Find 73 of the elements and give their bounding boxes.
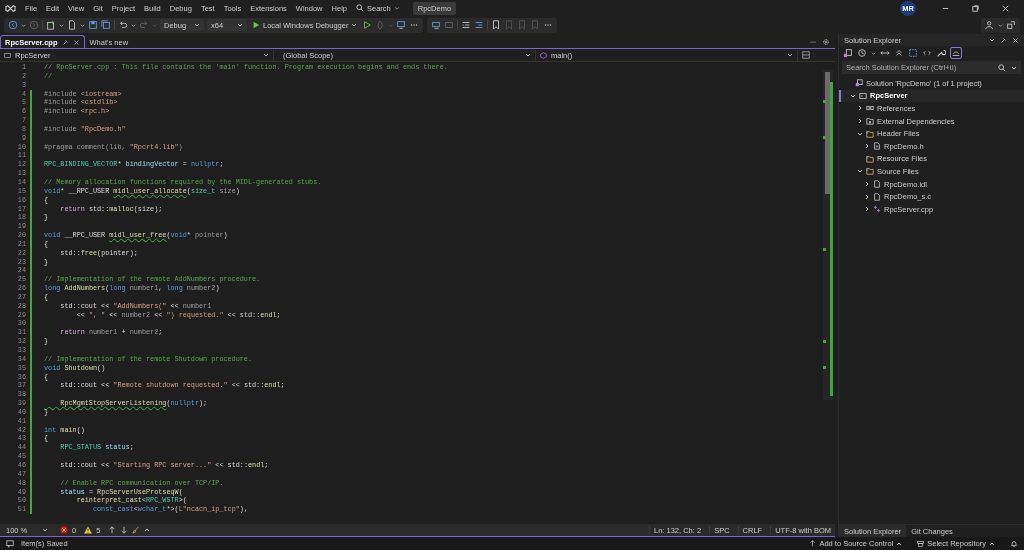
arrow-down-icon[interactable] — [120, 526, 129, 534]
chevron-icon[interactable] — [857, 130, 863, 137]
chevron-up-icon[interactable] — [144, 527, 151, 533]
warning-icon[interactable] — [84, 526, 93, 534]
caret-icon — [351, 22, 358, 28]
chevron-icon[interactable] — [864, 143, 870, 150]
header-file-icon — [873, 142, 881, 151]
arrow-up-icon[interactable] — [108, 526, 117, 534]
cube-icon — [540, 51, 547, 59]
bookmark-icon[interactable] — [491, 20, 502, 30]
code-icon[interactable] — [922, 48, 932, 58]
arrow-up-icon — [809, 540, 817, 547]
chevron-icon[interactable] — [864, 206, 870, 213]
caret-icon[interactable] — [871, 50, 876, 56]
chevron-icon[interactable] — [864, 181, 870, 188]
close-icon[interactable] — [72, 38, 80, 46]
search-icon — [998, 63, 1006, 72]
folder-icon — [866, 167, 874, 176]
brush-icon[interactable] — [132, 526, 141, 534]
people-icon[interactable] — [985, 20, 995, 30]
caret-icon — [787, 52, 793, 58]
caret-icon — [42, 527, 48, 533]
caret-icon — [194, 22, 200, 28]
caret-icon — [263, 52, 269, 58]
history-icon[interactable] — [857, 48, 867, 58]
back-icon[interactable] — [8, 20, 18, 30]
chevron-icon[interactable] — [857, 168, 863, 175]
pin-icon[interactable] — [61, 38, 69, 46]
project-icon — [4, 51, 11, 59]
project-icon — [859, 91, 867, 100]
chevron-icon[interactable] — [857, 118, 863, 125]
caret-icon — [237, 22, 243, 28]
chevron-icon[interactable] — [864, 193, 870, 200]
collapse-icon[interactable] — [894, 48, 904, 58]
folder-icon — [866, 129, 874, 138]
scrollbar[interactable] — [823, 70, 833, 400]
logo-icon — [5, 2, 16, 14]
outdent-icon[interactable] — [461, 20, 472, 30]
switch-views-icon[interactable] — [843, 48, 853, 58]
restore-icon[interactable] — [971, 3, 980, 13]
close-icon[interactable] — [1001, 3, 1010, 13]
pin-icon[interactable] — [1000, 36, 1007, 44]
undo-icon[interactable] — [118, 20, 128, 30]
split-icon[interactable] — [802, 51, 810, 59]
chevron-up-icon — [896, 540, 903, 547]
save-icon[interactable] — [88, 20, 98, 30]
share-icon[interactable] — [1006, 20, 1016, 30]
search-icon — [356, 4, 364, 12]
close-icon[interactable] — [1012, 36, 1019, 44]
save-all-icon[interactable] — [101, 20, 111, 30]
cpp-file-icon — [873, 205, 881, 214]
repository-icon — [917, 540, 925, 547]
window-icon[interactable] — [396, 20, 407, 30]
folder-icon — [866, 117, 874, 126]
caret-icon — [1011, 64, 1017, 71]
file-icon[interactable] — [67, 20, 77, 30]
solution-icon — [855, 79, 863, 88]
settings-icon[interactable] — [822, 37, 830, 46]
sync-icon[interactable] — [880, 48, 890, 58]
indent-icon[interactable] — [474, 20, 485, 30]
new-item-icon[interactable] — [46, 20, 56, 30]
chevron-up-icon — [989, 540, 995, 547]
error-icon[interactable] — [60, 526, 68, 534]
message-icon[interactable] — [6, 539, 14, 548]
caret-icon — [525, 52, 531, 58]
chevron-icon[interactable] — [850, 92, 856, 99]
play-icon — [252, 21, 260, 29]
caret-icon — [393, 5, 400, 11]
chevron-icon[interactable] — [857, 105, 863, 112]
references-icon — [866, 104, 874, 113]
play-icon[interactable] — [362, 20, 373, 30]
folder-icon — [866, 154, 874, 163]
bell-icon[interactable] — [1010, 539, 1018, 548]
